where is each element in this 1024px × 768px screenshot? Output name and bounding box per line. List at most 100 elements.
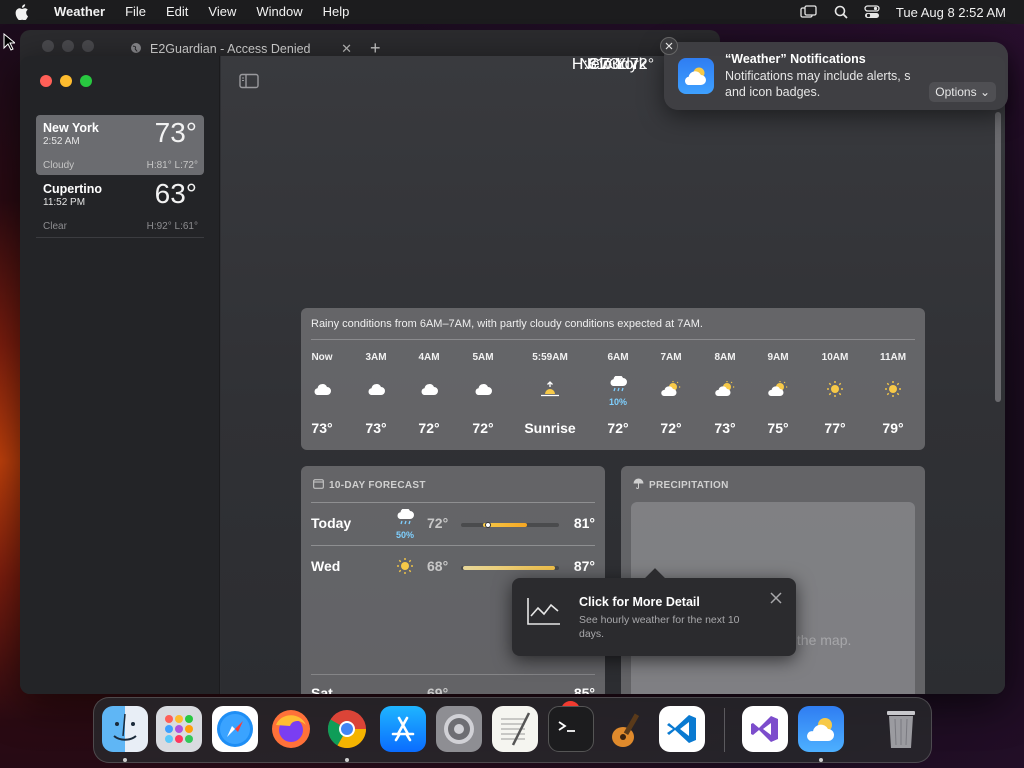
- running-indicator: [819, 758, 823, 762]
- hour-label: 3AM: [365, 352, 387, 363]
- sidebar-city-cupertino[interactable]: Cupertino 11:52 PM 63° Clear H:92° L:61°: [36, 176, 204, 238]
- popover-close-icon[interactable]: [770, 591, 782, 609]
- hourly-divider: [311, 339, 915, 340]
- window-controls: [40, 75, 92, 87]
- hour-item: 9AM 75°: [748, 352, 808, 436]
- menu-clock[interactable]: Tue Aug 8 2:52 AM: [896, 5, 1006, 20]
- hour-temp: 72°: [660, 420, 682, 436]
- menu-window[interactable]: Window: [246, 0, 312, 24]
- hour-label: 5AM: [472, 352, 494, 363]
- hour-label: 4AM: [418, 352, 440, 363]
- sidebar-toggle-icon[interactable]: [239, 73, 259, 94]
- hour-temp: 72°: [472, 420, 494, 436]
- cloud-icon: [366, 382, 386, 401]
- forecast-high: 81°: [573, 515, 595, 531]
- line-graph-icon: [526, 596, 562, 631]
- textedit-icon[interactable]: [492, 706, 538, 752]
- forecast-row-partial[interactable]: Sat 69° 85°: [311, 674, 595, 694]
- control-center-icon[interactable]: [864, 5, 880, 19]
- temperature-range-bar: [461, 566, 559, 570]
- menu-edit[interactable]: Edit: [156, 0, 198, 24]
- dock: 1: [93, 697, 932, 763]
- menu-help[interactable]: Help: [313, 0, 360, 24]
- umbrella-icon: [633, 478, 644, 492]
- close-window-button[interactable]: [40, 75, 52, 87]
- tab-close-button[interactable]: ✕: [341, 41, 352, 57]
- menu-app-name[interactable]: Weather: [44, 0, 115, 24]
- forecast-title-text: 10-DAY FORECAST: [329, 479, 426, 491]
- city-condition: Clear: [43, 221, 67, 232]
- city-divider: [36, 237, 204, 238]
- hour-item: 4AM 72°: [399, 352, 459, 436]
- city-temp: 63°: [154, 178, 197, 209]
- trash-icon[interactable]: [878, 706, 924, 752]
- system-settings-icon[interactable]: [436, 706, 482, 752]
- forecast-high: 87°: [573, 558, 595, 574]
- menu-view[interactable]: View: [198, 0, 246, 24]
- forecast-low: 68°: [427, 558, 449, 574]
- weather-window: New York 2:52 AM 73° Cloudy H:81° L:72° …: [20, 56, 1005, 694]
- more-detail-popover[interactable]: Click for More Detail See hourly weather…: [512, 568, 796, 656]
- partly-cloudy-icon: [767, 380, 789, 402]
- hour-temp: 77°: [824, 420, 846, 436]
- hour-item: 7AM 72°: [641, 352, 701, 436]
- apple-menu-icon[interactable]: [0, 4, 44, 20]
- hour-item: 5AM 72°: [453, 352, 513, 436]
- sidebar-city-new-york[interactable]: New York 2:52 AM 73° Cloudy H:81° L:72°: [36, 115, 204, 175]
- main-panel: New York 73° Cloudy H:81° L:72° Rainy co…: [221, 56, 1005, 694]
- hour-temp: 79°: [882, 420, 904, 436]
- hour-temp: 75°: [767, 420, 789, 436]
- rain-cloud-icon: [395, 508, 415, 530]
- notification-title: “Weather” Notifications: [725, 52, 866, 66]
- hour-label: 10AM: [821, 352, 849, 363]
- hourly-summary: Rainy conditions from 6AM–7AM, with part…: [311, 318, 703, 330]
- notification-close-icon[interactable]: [660, 37, 678, 55]
- hour-temp: Sunrise: [524, 420, 576, 436]
- partly-cloudy-icon: [714, 380, 736, 402]
- terminal-icon[interactable]: [548, 706, 594, 752]
- zoom-window-button[interactable]: [80, 75, 92, 87]
- sun-icon: [884, 380, 902, 403]
- forecast-low: 72°: [427, 515, 449, 531]
- vscode-icon[interactable]: [659, 706, 705, 752]
- notification-body-line1: Notifications may include alerts, s: [725, 69, 911, 83]
- menu-file[interactable]: File: [115, 0, 156, 24]
- rain-cloud-icon: [608, 374, 628, 399]
- forecast-title: 10-DAY FORECAST: [313, 478, 426, 492]
- hour-item: Now 73°: [292, 352, 352, 436]
- forecast-high: 85°: [573, 685, 595, 694]
- weather-app-icon: [678, 58, 714, 94]
- dock-separator: [724, 708, 725, 752]
- forecast-day: Today: [311, 515, 352, 531]
- forecast-precip: 50%: [395, 530, 414, 540]
- forecast-low: 69°: [427, 685, 449, 694]
- browser-tab-title: E2Guardian - Access Denied: [150, 42, 311, 56]
- notification-banner[interactable]: “Weather” Notifications Notifications ma…: [660, 37, 1008, 110]
- app-store-icon[interactable]: [380, 706, 426, 752]
- chrome-icon[interactable]: [324, 706, 370, 752]
- screen-mirroring-icon[interactable]: [800, 5, 818, 19]
- minimize-window-button[interactable]: [60, 75, 72, 87]
- sun-icon: [826, 380, 844, 403]
- chevron-down-icon: ⌄: [979, 85, 990, 99]
- city-temp: 73°: [154, 117, 197, 148]
- safari-icon[interactable]: [212, 706, 258, 752]
- hour-temp: 73°: [714, 420, 736, 436]
- launchpad-icon[interactable]: [156, 706, 202, 752]
- firefox-icon[interactable]: [268, 706, 314, 752]
- visual-studio-icon[interactable]: [742, 706, 788, 752]
- precip-chance: 10%: [608, 396, 627, 407]
- popover-body: See hourly weather for the next 10 days.: [579, 614, 740, 640]
- scrollbar[interactable]: [995, 112, 1001, 402]
- spotlight-search-icon[interactable]: [834, 5, 848, 19]
- notification-options-button[interactable]: Options ⌄: [929, 82, 996, 102]
- city-high-low: H:81° L:72°: [146, 160, 198, 171]
- precipitation-title-text: PRECIPITATION: [649, 479, 729, 491]
- temperature-range-bar: [461, 522, 559, 528]
- hour-label: Now: [311, 352, 333, 363]
- finder-icon[interactable]: [102, 706, 148, 752]
- forecast-row-today[interactable]: Today 50% 72° 81°: [311, 502, 595, 542]
- garageband-icon[interactable]: [604, 706, 650, 752]
- hourly-forecast-card[interactable]: Rainy conditions from 6AM–7AM, with part…: [301, 308, 925, 450]
- weather-dock-icon[interactable]: [798, 706, 844, 752]
